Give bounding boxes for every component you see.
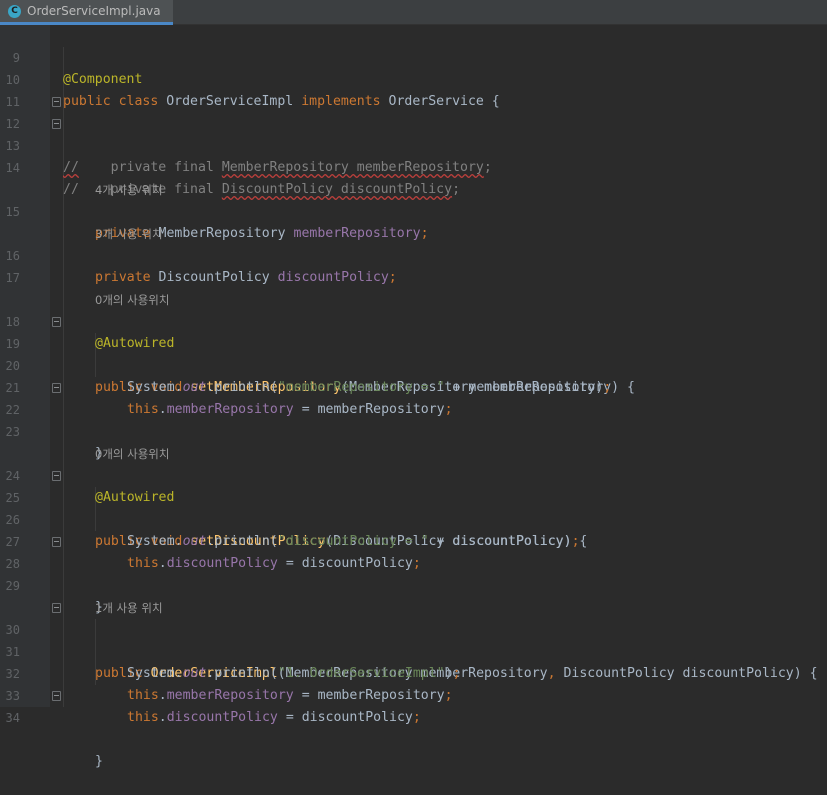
usage-hint-line: 1개 사용 위치 <box>0 575 827 615</box>
code-line: 33 this.discountPolicy = discountPolicy; <box>0 663 827 725</box>
code-line: 21 this.memberRepository = memberReposit… <box>0 355 827 417</box>
code-text: . <box>158 710 167 725</box>
code-line: 16 private DiscountPolicy discountPolicy… <box>0 223 827 285</box>
code-line: 9 @Component <box>0 25 827 87</box>
usage-hint-line: 3개 사용 위치 <box>0 201 827 241</box>
usage-hint-line: 4개 사용 위치 <box>0 157 827 197</box>
fold-icon[interactable] <box>52 317 61 327</box>
code-line: 29 <box>0 553 827 593</box>
code-line: 18 @Autowired <box>0 289 827 351</box>
usage-hint-line: 0개의 사용위치 <box>0 421 827 461</box>
usage-hint-line: 0개의 사용위치 <box>0 267 827 307</box>
code-line: 27 this.discountPolicy = discountPolicy; <box>0 509 827 571</box>
code-line: 22 } <box>0 377 827 461</box>
semicolon: ; <box>412 710 421 725</box>
code-text: = discountPolicy <box>277 710 413 725</box>
tab-filename: OrderServiceImpl.java <box>27 4 161 18</box>
code-line: 23 <box>0 399 827 439</box>
code-line: 28 } <box>0 531 827 615</box>
fold-icon[interactable] <box>52 691 61 701</box>
field-name: discountPolicy <box>166 710 278 725</box>
code-line: 12 // private final MemberRepository mem… <box>0 91 827 175</box>
fold-icon[interactable] <box>52 603 61 613</box>
code-line: 15 private MemberRepository memberReposi… <box>0 179 827 241</box>
code-line: 32 this.memberRepository = memberReposit… <box>0 641 827 703</box>
code-line: 11 <box>0 69 827 109</box>
code-line: 17 <box>0 245 827 285</box>
editor-tab-bar: C OrderServiceImpl.java <box>0 0 827 25</box>
fold-icon[interactable] <box>52 119 61 129</box>
code-line: 14 <box>0 135 827 175</box>
code-line: 26 System.out.println("discountPolicy = … <box>0 487 827 549</box>
fold-icon[interactable] <box>52 537 61 547</box>
code-line: 30 public OrderServiceImpl(MemberReposit… <box>0 597 827 681</box>
fold-icon[interactable] <box>52 471 61 481</box>
line-number: 34 <box>5 711 20 725</box>
closing-brace: } <box>95 754 103 769</box>
java-class-icon: C <box>8 4 21 18</box>
code-line: 20 System.out.println("memberRepository … <box>0 333 827 395</box>
code-line: 13 // private final DiscountPolicy disco… <box>0 113 827 197</box>
code-line: 25 public void setDiscountPolicy(Discoun… <box>0 465 827 549</box>
code-editor[interactable]: 9 @Component 10 public class OrderServic… <box>0 25 827 769</box>
code-line: 31 System.out.println("1. OrderServiceIm… <box>0 619 827 681</box>
code-line: 10 public class OrderServiceImpl impleme… <box>0 47 827 109</box>
code-line: 19 public void setMemberRepository(Membe… <box>0 311 827 395</box>
code-line: 34 } <box>0 685 827 769</box>
tab-order-service-impl[interactable]: C OrderServiceImpl.java <box>0 0 173 25</box>
fold-icon[interactable] <box>52 383 61 393</box>
fold-icon[interactable] <box>52 97 61 107</box>
code-line: 24 @Autowired <box>0 443 827 505</box>
keyword: this <box>127 710 159 725</box>
